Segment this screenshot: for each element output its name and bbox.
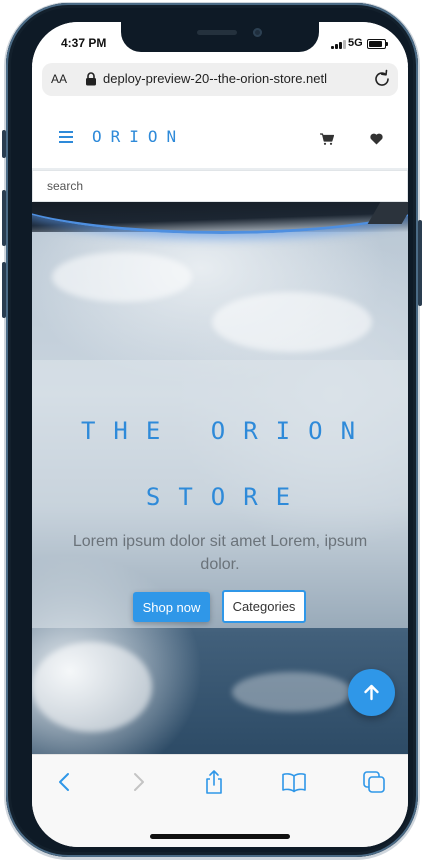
search-input[interactable] (32, 170, 408, 202)
reload-icon[interactable] (371, 68, 393, 90)
home-indicator[interactable] (150, 834, 290, 839)
arrow-up-icon (364, 684, 379, 701)
power-button (418, 220, 422, 306)
speaker (197, 30, 237, 35)
text-size-button[interactable]: AA (51, 72, 67, 86)
cloud (32, 642, 152, 732)
device-frame: 4:37 PM 5G AA deploy-preview-20--the-ori… (6, 3, 418, 857)
share-icon[interactable] (201, 769, 227, 795)
menu-icon[interactable] (59, 131, 73, 143)
lock-icon (86, 72, 96, 86)
battery-icon (367, 39, 388, 49)
camera (253, 28, 262, 37)
site-header: ORION (32, 106, 408, 171)
url-text[interactable]: deploy-preview-20--the-orion-store.netl (103, 71, 360, 86)
browser-toolbar (32, 754, 408, 847)
signal-icon (331, 39, 347, 49)
cloud (52, 252, 192, 302)
status-time: 4:37 PM (61, 36, 107, 50)
back-icon[interactable] (52, 769, 78, 795)
notch (121, 22, 319, 52)
network-type: 5G (348, 37, 363, 49)
cloud (232, 672, 352, 712)
shop-now-button[interactable]: Shop now (133, 592, 210, 622)
cloud (212, 292, 372, 352)
bookmarks-icon[interactable] (281, 769, 307, 795)
screen: 4:37 PM 5G AA deploy-preview-20--the-ori… (32, 22, 408, 847)
hero-text: Lorem ipsum dolor sit amet Lorem, ipsum … (72, 533, 368, 573)
tabs-icon[interactable] (361, 769, 387, 795)
scroll-top-button[interactable] (348, 669, 395, 716)
hero-title: THE ORION STORE (80, 417, 374, 511)
forward-icon[interactable] (125, 769, 151, 795)
url-bar[interactable]: AA deploy-preview-20--the-orion-store.ne… (42, 63, 398, 96)
status-bar: 4:37 PM 5G (32, 22, 408, 66)
cart-icon[interactable] (320, 133, 334, 145)
categories-button[interactable]: Categories (222, 590, 306, 623)
brand-logo[interactable]: ORION (92, 127, 185, 146)
heart-icon[interactable] (370, 133, 383, 145)
